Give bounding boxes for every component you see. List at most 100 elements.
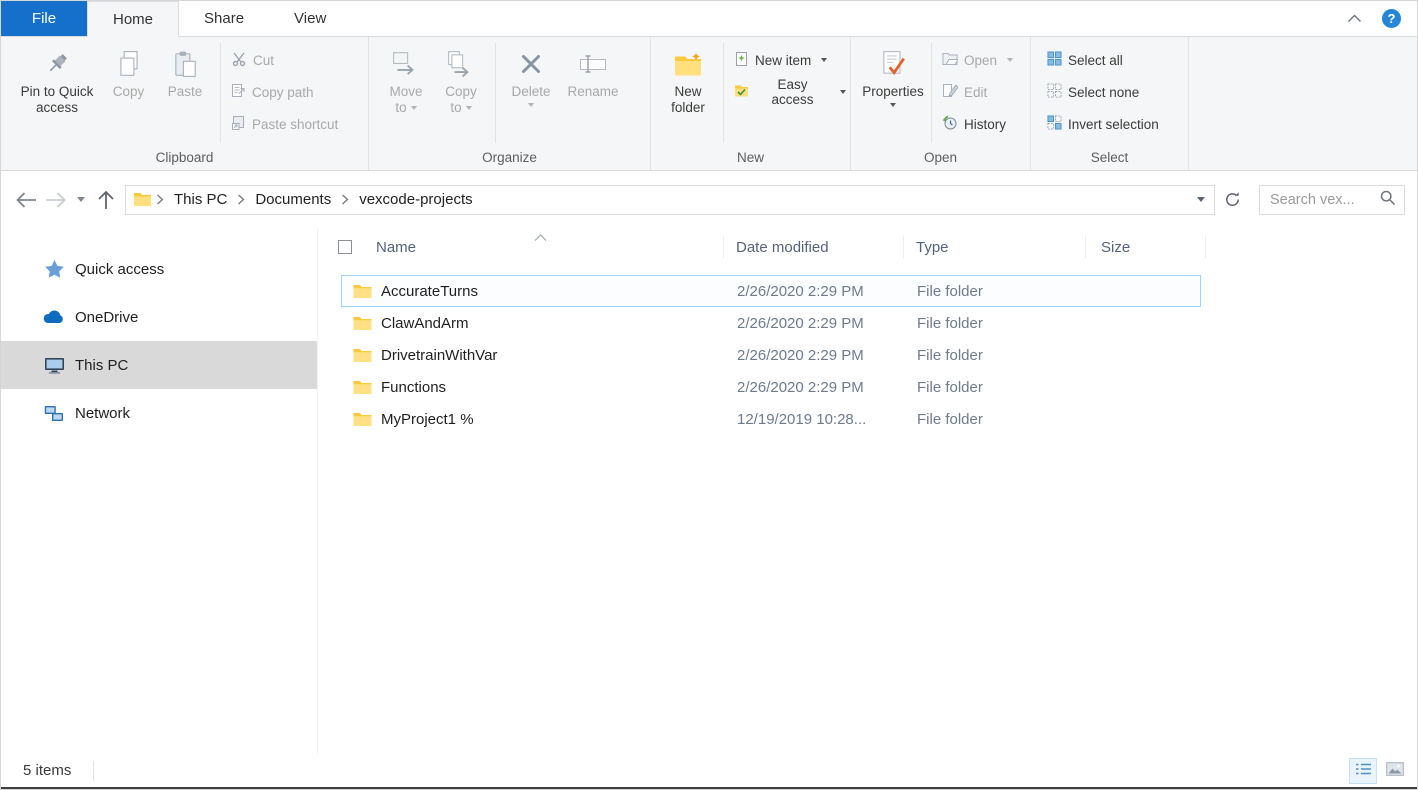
file-name: Functions: [381, 379, 446, 396]
search-box: [1259, 185, 1405, 215]
thumbnail-view-button[interactable]: [1381, 758, 1409, 784]
tab-file[interactable]: File: [1, 1, 87, 36]
tab-view[interactable]: View: [269, 1, 351, 36]
address-folder-icon[interactable]: [126, 193, 155, 206]
new-item-label: New item: [755, 53, 811, 68]
file-date-modified: 2/26/2020 2:29 PM: [726, 379, 906, 396]
easy-access-button[interactable]: Easy access: [730, 80, 850, 104]
paste-shortcut-button[interactable]: Paste shortcut: [227, 112, 342, 136]
ribbon-group-open: Properties Open Edit: [851, 37, 1031, 170]
column-header-type[interactable]: Type: [904, 236, 1086, 258]
status-separator: [93, 761, 94, 781]
copy-icon: [116, 46, 142, 82]
new-item-button[interactable]: New item: [730, 48, 850, 72]
edit-button[interactable]: Edit: [938, 80, 1017, 104]
folder-icon: [353, 412, 372, 427]
address-box[interactable]: This PC Documents vexcode-projects: [125, 185, 1215, 215]
file-list-area: Name Date modified Type Size AccurateTur…: [318, 227, 1417, 754]
copy-to-icon: [447, 46, 475, 82]
status-bar: 5 items: [1, 754, 1417, 787]
sidebar-item-label: Quick access: [75, 261, 164, 278]
sidebar-item-quick-access[interactable]: Quick access: [1, 245, 317, 293]
new-item-dropdown-icon: [821, 58, 827, 62]
breadcrumb-vexcode-projects[interactable]: vexcode-projects: [350, 186, 481, 214]
column-header-date-modified[interactable]: Date modified: [724, 236, 904, 258]
properties-button[interactable]: Properties: [861, 37, 925, 107]
new-folder-icon: [673, 46, 703, 82]
address-bar: This PC Documents vexcode-projects: [1, 172, 1417, 227]
delete-icon: [519, 46, 543, 82]
properties-icon: [880, 46, 906, 82]
new-folder-button[interactable]: New folder: [659, 37, 717, 116]
breadcrumb-chevron-icon[interactable]: [340, 186, 350, 214]
group-label-clipboard: Clipboard: [1, 150, 368, 165]
breadcrumb-chevron-icon[interactable]: [155, 186, 165, 214]
cut-button[interactable]: Cut: [227, 48, 342, 72]
details-view-button[interactable]: [1349, 758, 1377, 784]
easy-access-icon: [734, 83, 749, 101]
quick-access-star-icon: [43, 260, 65, 278]
tab-share-label: Share: [204, 10, 244, 27]
collapse-ribbon-icon[interactable]: [1347, 10, 1362, 28]
forward-button[interactable]: [41, 185, 71, 215]
easy-access-dropdown-icon: [840, 90, 846, 94]
move-to-button[interactable]: Move to: [379, 37, 433, 116]
edit-label: Edit: [964, 85, 987, 100]
help-icon[interactable]: ?: [1382, 9, 1401, 28]
file-row-clawandarm[interactable]: ClawAndArm 2/26/2020 2:29 PM File folder: [341, 307, 1201, 339]
copy-button[interactable]: Copy: [101, 37, 156, 100]
open-label: Open: [964, 53, 997, 68]
tab-share[interactable]: Share: [179, 1, 269, 36]
file-date-modified: 12/19/2019 10:28...: [726, 411, 906, 428]
up-button[interactable]: [91, 185, 121, 215]
sidebar-item-this-pc[interactable]: This PC: [1, 341, 317, 389]
address-dropdown-button[interactable]: [1188, 186, 1214, 214]
ribbon-separator: [220, 43, 221, 143]
paste-label: Paste: [168, 84, 203, 100]
column-header-size[interactable]: Size: [1086, 236, 1206, 258]
rename-button[interactable]: Rename: [560, 37, 626, 100]
pin-to-quick-access-button[interactable]: Pin to Quick access: [13, 37, 101, 116]
invert-selection-button[interactable]: Invert selection: [1043, 112, 1163, 136]
sidebar-item-label: Network: [75, 405, 130, 422]
select-all-checkbox[interactable]: [338, 240, 352, 254]
search-input[interactable]: [1270, 192, 1379, 208]
copy-to-dropdown-icon: [466, 106, 472, 110]
file-explorer-window: File Home Share View ? Pin to Quick acce…: [0, 0, 1418, 790]
recent-locations-caret-icon: [77, 197, 85, 202]
paste-button[interactable]: Paste: [156, 37, 214, 100]
ribbon-group-organize: Move to Copy to Delete Rename Organize: [369, 37, 651, 170]
copy-to-button[interactable]: Copy to: [433, 37, 489, 116]
network-icon: [43, 405, 65, 422]
select-none-button[interactable]: Select none: [1043, 80, 1163, 104]
recent-locations-button[interactable]: [71, 185, 91, 215]
open-button[interactable]: Open: [938, 48, 1017, 72]
refresh-button[interactable]: [1217, 185, 1247, 215]
history-button[interactable]: History: [938, 112, 1017, 136]
pin-icon: [44, 46, 70, 82]
file-row-myproject1[interactable]: MyProject1 % 12/19/2019 10:28... File fo…: [341, 403, 1201, 435]
file-row-functions[interactable]: Functions 2/26/2020 2:29 PM File folder: [341, 371, 1201, 403]
file-type: File folder: [906, 411, 1088, 428]
breadcrumb-documents[interactable]: Documents: [246, 186, 340, 214]
sidebar-item-onedrive[interactable]: OneDrive: [1, 293, 317, 341]
file-name: AccurateTurns: [381, 283, 478, 300]
copy-path-button[interactable]: Copy path: [227, 80, 342, 104]
breadcrumb-chevron-icon[interactable]: [236, 186, 246, 214]
delete-label: Delete: [511, 84, 550, 100]
column-header-name[interactable]: Name: [358, 236, 724, 258]
file-row-drivetrainwithvar[interactable]: DrivetrainWithVar 2/26/2020 2:29 PM File…: [341, 339, 1201, 371]
back-button[interactable]: [11, 185, 41, 215]
select-all-button[interactable]: Select all: [1043, 48, 1163, 72]
sidebar-item-network[interactable]: Network: [1, 389, 317, 437]
folder-icon: [353, 316, 372, 331]
file-row-accurateturns[interactable]: AccurateTurns 2/26/2020 2:29 PM File fol…: [341, 275, 1201, 307]
copy-path-label: Copy path: [252, 85, 314, 100]
folder-icon: [353, 380, 372, 395]
tab-home[interactable]: Home: [87, 1, 179, 37]
breadcrumb-this-pc[interactable]: This PC: [165, 186, 236, 214]
delete-button[interactable]: Delete: [502, 37, 560, 107]
sidebar-item-label: This PC: [75, 357, 128, 374]
file-type: File folder: [906, 283, 1088, 300]
rename-label: Rename: [567, 84, 618, 100]
